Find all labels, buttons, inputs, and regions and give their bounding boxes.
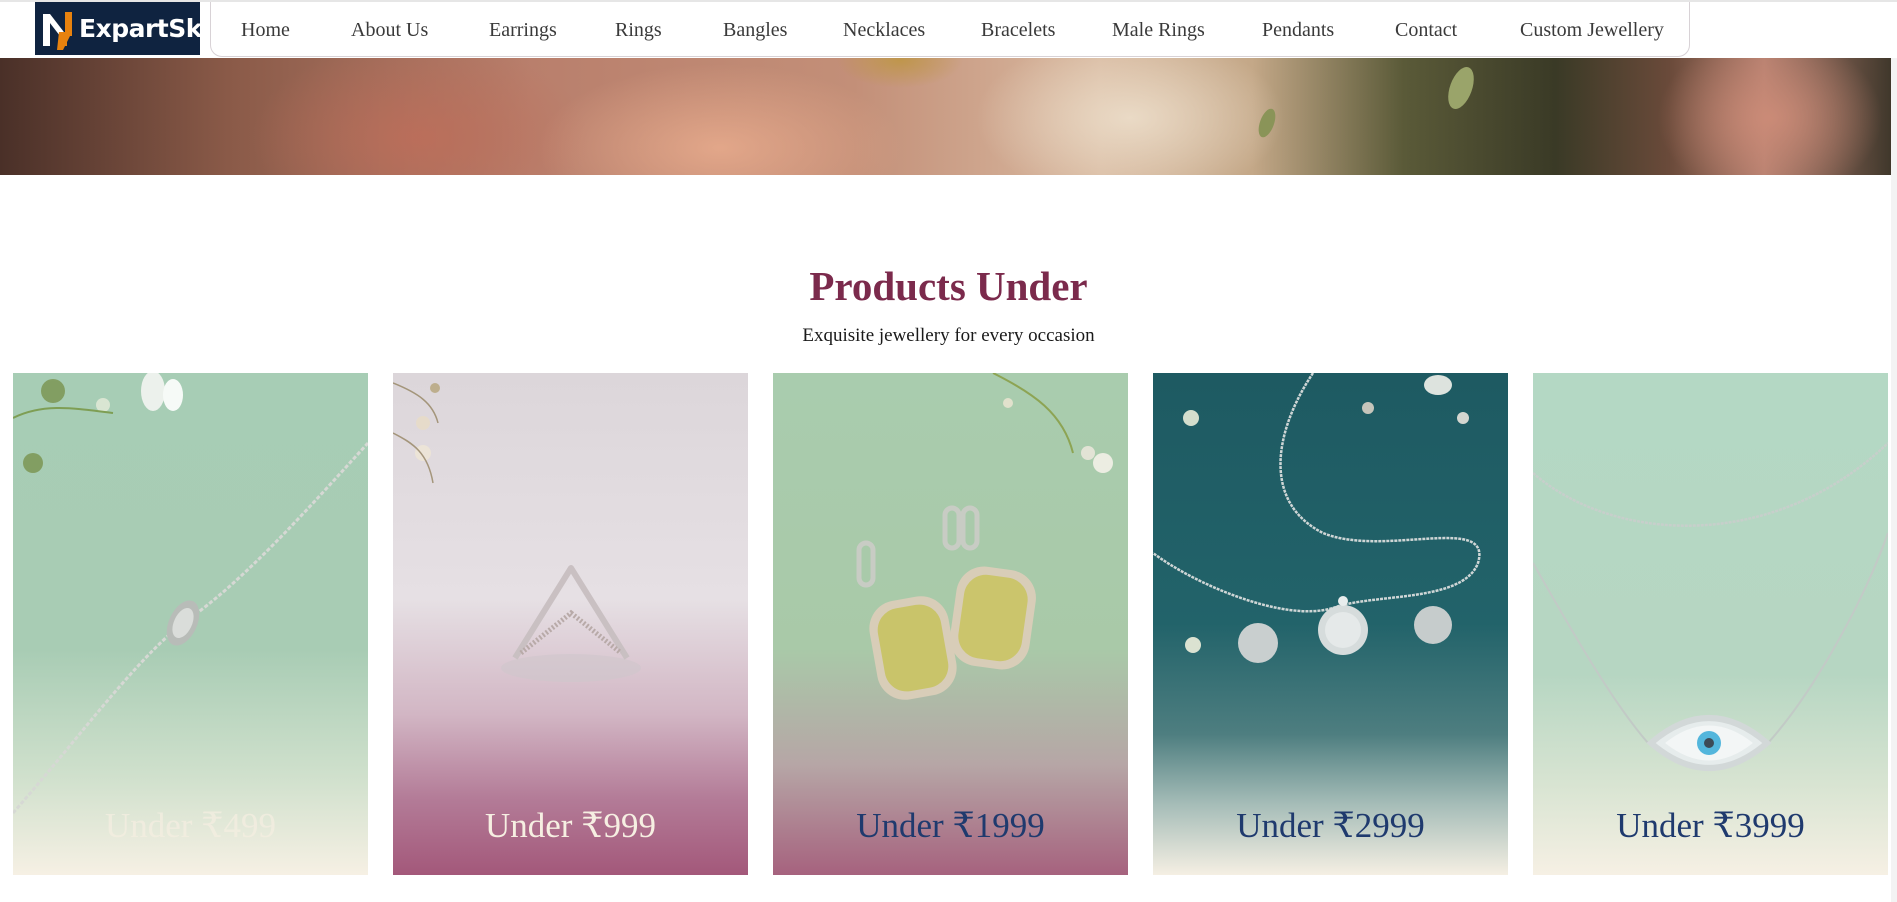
price-card-under-499[interactable]: Under ₹499 (13, 373, 368, 875)
card-price-label: Under ₹2999 (1236, 806, 1425, 845)
main-nav: Home About Us Earrings Rings Bangles Nec… (210, 2, 1690, 57)
nav-home[interactable]: Home (241, 19, 290, 42)
nav-earrings[interactable]: Earrings (489, 19, 557, 42)
n-mark-icon (43, 11, 72, 50)
nav-male-rings[interactable]: Male Rings (1112, 19, 1205, 42)
nav-custom-jewellery[interactable]: Custom Jewellery (1520, 19, 1664, 42)
price-card-under-999[interactable]: Under ₹999 (393, 373, 748, 875)
nav-bracelets[interactable]: Bracelets (981, 19, 1055, 42)
brand-logo[interactable]: ExpartSky (35, 2, 218, 55)
nav-pendants[interactable]: Pendants (1262, 19, 1334, 42)
hero-banner-image (0, 58, 1897, 175)
card-price-label: Under ₹1999 (856, 806, 1045, 845)
page-scrollbar[interactable] (1891, 58, 1897, 902)
evil-eye-necklace-image (1533, 442, 1888, 771)
ring-image (393, 382, 641, 682)
nav-about-us[interactable]: About Us (351, 19, 428, 42)
price-card-under-1999[interactable]: Under ₹1999 (773, 373, 1128, 875)
leaf-decoration (1443, 63, 1479, 113)
card-price-label: Under ₹3999 (1616, 806, 1805, 845)
price-card-under-3999[interactable]: Under ₹3999 (1533, 373, 1888, 875)
price-card-under-2999[interactable]: Under ₹2999 (1153, 373, 1508, 875)
brand-name: ExpartSky (79, 14, 218, 43)
nav-rings[interactable]: Rings (615, 19, 662, 42)
card-price-label: Under ₹499 (105, 806, 276, 845)
card-price-label: Under ₹999 (485, 806, 656, 845)
nav-necklaces[interactable]: Necklaces (843, 19, 925, 42)
earrings-image (856, 373, 1113, 700)
leaf-decoration (1255, 106, 1279, 140)
pendant-set-image (1153, 373, 1481, 663)
bracelet-image (13, 373, 368, 814)
nav-contact[interactable]: Contact (1395, 19, 1457, 42)
section-subtitle: Exquisite jewellery for every occasion (802, 325, 1095, 346)
section-title: Products Under (809, 263, 1088, 309)
nav-bangles[interactable]: Bangles (723, 19, 787, 42)
